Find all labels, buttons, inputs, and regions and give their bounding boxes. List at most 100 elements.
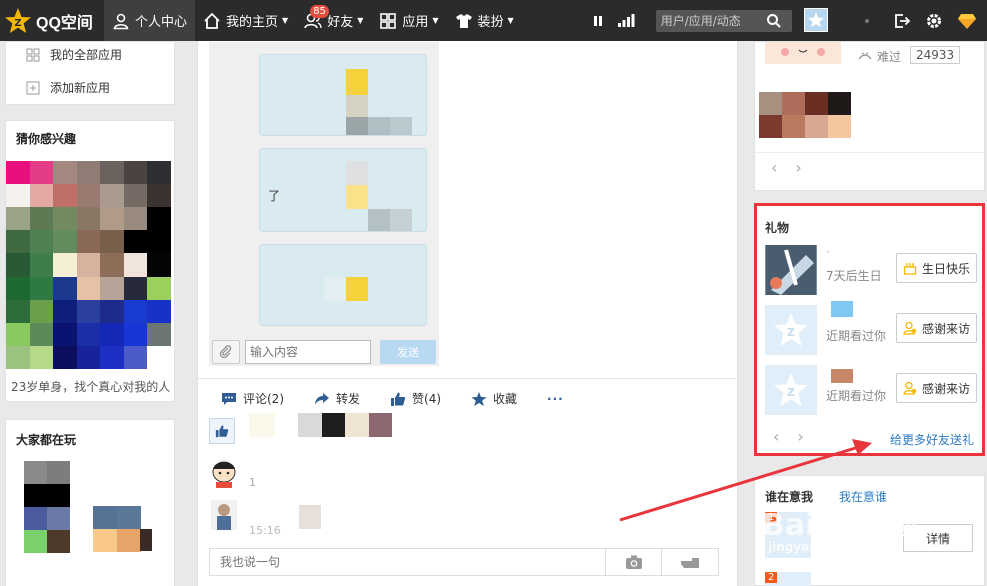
gift-panel: 礼物 ˇ 7天后生日 生日快乐 Z 近期看过你 感谢来访 Z 近期看过你 感谢来… xyxy=(754,203,985,456)
baidu-watermark-logo: Baidu 经验 xyxy=(762,508,918,543)
commenter-avatar-photo[interactable] xyxy=(211,500,237,530)
grid-icon xyxy=(26,48,40,61)
search-icon[interactable] xyxy=(766,13,782,29)
forward-button[interactable]: 转发 xyxy=(314,390,360,407)
app-thumbnail[interactable] xyxy=(93,506,141,552)
person-badge-icon xyxy=(903,381,917,395)
more-button[interactable]: ··· xyxy=(547,392,564,406)
chat-send-row: 发送 xyxy=(212,338,438,366)
nav-my-homepage[interactable]: 我的主页 ▼ xyxy=(195,0,296,41)
commenter-avatar-cartoon[interactable] xyxy=(211,458,237,488)
menu-item-all-apps[interactable]: 我的全部应用 xyxy=(26,46,122,63)
rank-badge: 2 xyxy=(765,572,778,583)
app-thumbnail[interactable] xyxy=(24,461,70,553)
liker-avatars[interactable] xyxy=(298,413,392,437)
default-qzone-avatar[interactable]: Z xyxy=(765,305,817,355)
forward-icon xyxy=(315,392,329,405)
comment-text-blurred: 1 xyxy=(249,476,256,489)
pause-icon[interactable] xyxy=(586,9,610,33)
comment-image[interactable] xyxy=(299,505,321,529)
chat-message-input[interactable] xyxy=(245,340,371,364)
plus-square-icon xyxy=(26,81,40,94)
menu-item-add-app[interactable]: 添加新应用 xyxy=(26,79,110,96)
visitor-avatar[interactable]: 2 xyxy=(765,572,811,586)
popular-apps-panel: 大家都在玩 xyxy=(5,419,175,586)
top-navigation-bar: Z QQ空间 个人中心 我的主页 ▼ 85 好友 ▼ 应用 ▼ 装扮 ▼ 用户/… xyxy=(0,0,987,41)
recommended-user-photo[interactable] xyxy=(6,161,171,369)
divider xyxy=(755,152,984,153)
volume-bars-icon[interactable] xyxy=(614,9,638,33)
thumb-icon xyxy=(391,392,406,406)
comment-input[interactable] xyxy=(210,549,605,575)
gift-button-label: 生日快乐 xyxy=(921,261,970,276)
comment-button[interactable]: 评论(2) xyxy=(221,390,284,407)
cartoon-avatar[interactable] xyxy=(765,42,841,64)
camera-icon[interactable] xyxy=(605,549,661,575)
like-button[interactable]: 赞(4) xyxy=(390,390,441,407)
search-input[interactable] xyxy=(655,13,766,28)
chat-bubble: 了 xyxy=(259,148,427,232)
mood-label: 难过 xyxy=(877,50,902,64)
main-nav: 个人中心 我的主页 ▼ 85 好友 ▼ 应用 ▼ 装扮 ▼ xyxy=(104,0,792,41)
feed-actions: 评论(2) 转发 赞(4) 收藏 ··· xyxy=(221,390,594,407)
popular-apps-title: 大家都在玩 xyxy=(16,433,77,447)
cake-icon xyxy=(903,263,917,275)
favorite-button[interactable]: 收藏 xyxy=(471,390,517,407)
gift-button-label: 感谢来访 xyxy=(921,321,970,336)
chevron-down-icon: ▼ xyxy=(357,16,364,25)
pointing-hand-icon[interactable] xyxy=(661,549,717,575)
thanks-visit-button[interactable]: 感谢来访 xyxy=(895,313,977,343)
gift-row: Z 近期看过你 感谢来访 xyxy=(765,365,977,417)
forward-label: 转发 xyxy=(336,392,361,406)
thanks-visit-button[interactable]: 感谢来访 xyxy=(895,373,977,403)
nav-friends[interactable]: 85 好友 ▼ xyxy=(296,0,371,41)
interest-panel: 猜你感兴趣 23岁单身，找个真心对我的人 xyxy=(5,120,175,402)
friend-avatar[interactable] xyxy=(765,245,817,295)
comment-icon xyxy=(222,392,236,405)
user-avatar[interactable] xyxy=(804,8,828,32)
nav-label: 好友 xyxy=(327,15,354,30)
liker-avatar[interactable] xyxy=(249,413,275,437)
svg-text:Z: Z xyxy=(787,386,795,399)
person-badge-icon xyxy=(903,321,917,335)
photo-strip[interactable] xyxy=(759,92,851,138)
right-top-panel: 难过 24933 ‹ › xyxy=(754,41,985,191)
default-qzone-avatar[interactable]: Z xyxy=(765,365,817,415)
mood-count: 24933 xyxy=(910,46,961,64)
nav-personal-center[interactable]: 个人中心 xyxy=(104,0,196,41)
comment-box xyxy=(209,548,719,576)
chevron-right-icon[interactable]: › xyxy=(797,427,803,446)
friend-status: 近期看过你 xyxy=(826,329,887,343)
birthday-gift-button[interactable]: 生日快乐 xyxy=(895,253,977,283)
nav-apps[interactable]: 应用 ▼ xyxy=(371,0,446,41)
qzone-logo[interactable]: Z QQ空间 xyxy=(4,7,104,35)
chevron-down-icon: ▼ xyxy=(432,16,439,25)
like-label: 赞(4) xyxy=(412,392,442,406)
gift-button-label: 感谢来访 xyxy=(921,381,970,396)
friend-name-blurred xyxy=(831,369,853,383)
person-icon xyxy=(113,13,129,29)
gift-row: ˇ 7天后生日 生日快乐 xyxy=(765,245,977,297)
chevron-down-icon: ▼ xyxy=(507,16,514,25)
chevron-left-icon[interactable]: ‹ xyxy=(771,158,777,177)
home-icon xyxy=(204,12,220,29)
friend-status: 近期看过你 xyxy=(826,389,887,403)
svg-text:Z: Z xyxy=(787,326,795,339)
diamond-icon[interactable] xyxy=(957,12,977,30)
attach-clip-icon[interactable] xyxy=(212,340,240,364)
chevron-left-icon[interactable]: ‹ xyxy=(773,427,779,446)
logo-text: QQ空间 xyxy=(36,14,93,32)
nav-dress-up[interactable]: 装扮 ▼ xyxy=(447,0,522,41)
send-button[interactable]: 发送 xyxy=(380,340,436,364)
nav-label: 装扮 xyxy=(477,15,504,30)
menu-label: 我的全部应用 xyxy=(50,48,123,62)
logout-icon[interactable] xyxy=(893,12,911,30)
baidu-watermark-url: jingyan.baidu.com xyxy=(768,540,893,554)
app-thumbnail-edge xyxy=(140,529,152,551)
favorite-label: 收藏 xyxy=(493,392,518,406)
liked-thumb-icon xyxy=(209,418,235,444)
gear-icon[interactable] xyxy=(925,12,943,30)
more-gifts-link[interactable]: 给更多好友送礼 xyxy=(890,431,974,448)
chevron-right-icon[interactable]: › xyxy=(795,158,801,177)
divider xyxy=(198,378,738,379)
